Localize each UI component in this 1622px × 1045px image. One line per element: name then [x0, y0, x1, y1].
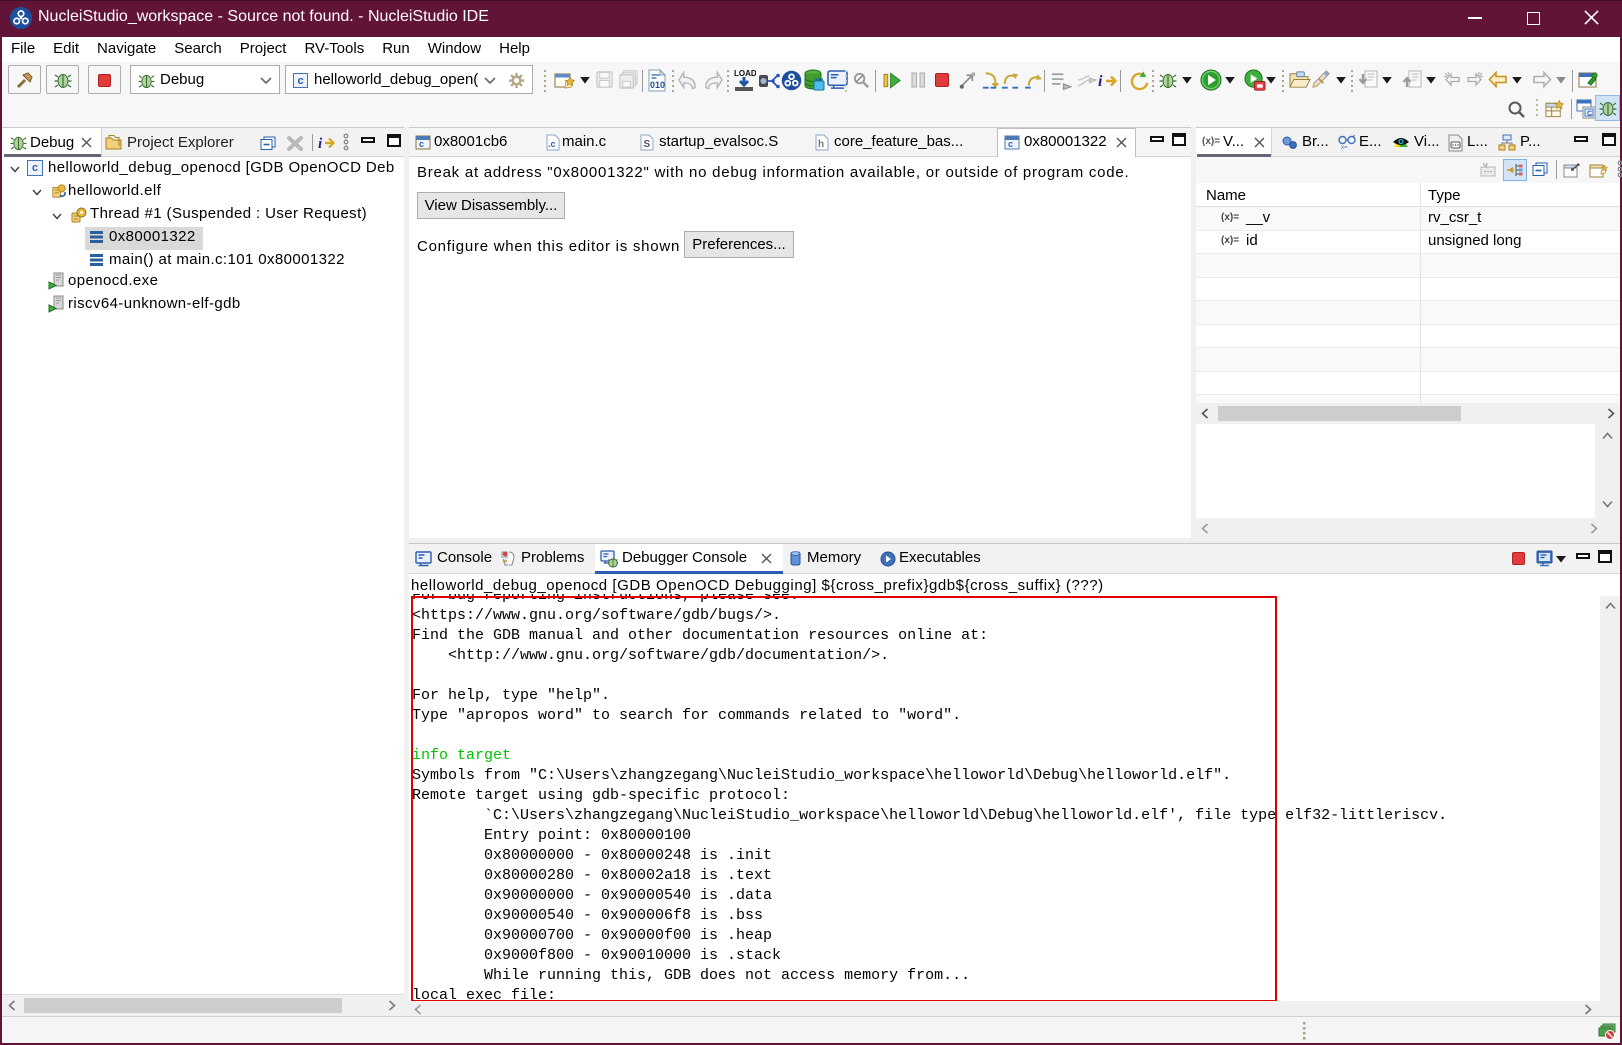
- svg-text:h: h: [818, 139, 824, 150]
- svg-text:x=: x=: [1341, 145, 1348, 151]
- svg-text:C: C: [1587, 111, 1592, 118]
- svg-text:i: i: [318, 136, 323, 152]
- svg-text:LOAD: LOAD: [734, 69, 756, 78]
- svg-text:S: S: [644, 139, 651, 150]
- svg-text:c: c: [419, 139, 424, 149]
- svg-text:i: i: [1098, 73, 1103, 90]
- svg-text:.c: .c: [548, 139, 556, 149]
- svg-text:c: c: [1008, 139, 1013, 149]
- svg-text:010: 010: [650, 80, 665, 90]
